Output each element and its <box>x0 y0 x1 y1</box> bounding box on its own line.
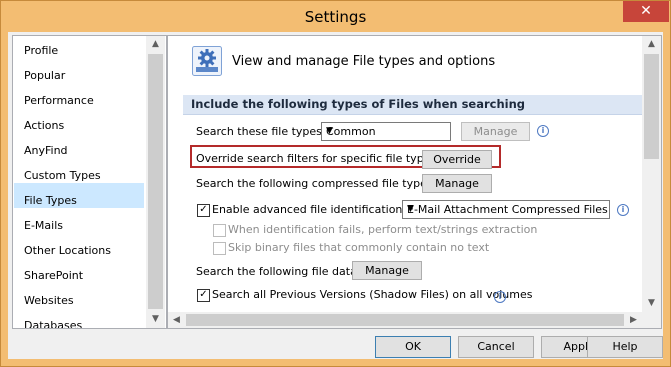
file-types-label: Search these file types: <box>196 125 326 138</box>
nav-item-popular[interactable]: Popular <box>24 67 65 85</box>
settings-nav-list: Profile Popular Performance Actions AnyF… <box>12 35 167 329</box>
nav-item-sharepoint[interactable]: SharePoint <box>24 267 83 285</box>
nav-item-anyfind[interactable]: AnyFind <box>24 142 68 160</box>
advanced-identification-label: Enable advanced file identification for: <box>212 203 425 216</box>
scroll-up-arrow-icon[interactable]: ▲ <box>642 36 661 53</box>
info-icon[interactable]: i <box>537 125 549 137</box>
scrollbar-thumb[interactable] <box>644 54 659 159</box>
dialog-client: Profile Popular Performance Actions AnyF… <box>8 32 663 359</box>
nav-item-actions[interactable]: Actions <box>24 117 64 135</box>
nav-item-file-types[interactable]: File Types <box>24 192 77 210</box>
override-label: Override search filters for specific fil… <box>196 152 440 165</box>
scrollbar-thumb[interactable] <box>186 314 624 326</box>
manage-file-types-button[interactable]: Manage <box>461 122 530 141</box>
chevron-down-icon: ▼ <box>326 126 333 136</box>
scroll-down-arrow-icon[interactable]: ▼ <box>642 295 661 312</box>
panel-header-text: View and manage File types and options <box>232 54 496 69</box>
skip-binary-label: Skip binary files that commonly contain … <box>228 241 490 254</box>
when-failed-checkbox[interactable] <box>213 224 226 237</box>
section-header: Include the following types of Files whe… <box>183 95 643 115</box>
nav-item-performance[interactable]: Performance <box>24 92 94 110</box>
cancel-button[interactable]: Cancel <box>458 336 534 358</box>
scrollbar-thumb[interactable] <box>148 54 163 309</box>
advanced-identification-checkbox[interactable]: ✓ <box>197 204 210 217</box>
when-failed-label: When identification fails, perform text/… <box>228 223 538 236</box>
info-icon[interactable]: i <box>617 204 629 216</box>
nav-item-custom-types[interactable]: Custom Types <box>24 167 101 185</box>
section-title: Include the following types of Files whe… <box>191 97 526 111</box>
settings-window: Settings ✕ Profile Popular Performance A… <box>0 0 671 367</box>
title-bar[interactable]: Settings ✕ <box>1 1 670 33</box>
shadow-files-checkbox[interactable]: ✓ <box>197 289 210 302</box>
shadow-files-label: Search all Previous Versions (Shadow Fil… <box>212 288 533 301</box>
nav-item-e-mails[interactable]: E-Mails <box>24 217 63 235</box>
help-button[interactable]: Help <box>587 336 663 358</box>
scroll-up-arrow-icon[interactable]: ▲ <box>146 36 165 53</box>
info-icon[interactable]: i <box>494 291 506 303</box>
override-button[interactable]: Override <box>422 150 492 169</box>
chevron-down-icon: ▼ <box>407 204 414 214</box>
window-title: Settings <box>304 8 367 26</box>
scroll-right-arrow-icon[interactable]: ▶ <box>625 312 642 328</box>
advanced-identification-dropdown[interactable]: E-Mail Attachment Compressed Files ▼ <box>402 200 610 219</box>
panel-vertical-scrollbar[interactable]: ▲ ▼ <box>642 36 661 312</box>
nav-item-databases[interactable]: Databases <box>24 317 82 328</box>
gear-settings-icon <box>192 46 222 76</box>
scroll-left-arrow-icon[interactable]: ◀ <box>168 312 185 328</box>
file-types-dropdown[interactable]: Common ▼ <box>321 122 451 141</box>
close-button[interactable]: ✕ <box>623 1 669 22</box>
nav-vertical-scrollbar[interactable]: ▲ ▼ <box>146 36 165 328</box>
skip-binary-checkbox[interactable] <box>213 242 226 255</box>
nav-item-profile[interactable]: Profile <box>24 42 58 60</box>
manage-file-data-button[interactable]: Manage <box>352 261 422 280</box>
compressed-types-label: Search the following compressed file typ… <box>196 177 437 190</box>
panel-horizontal-scrollbar[interactable]: ◀ ▶ <box>168 312 661 328</box>
nav-item-websites[interactable]: Websites <box>24 292 74 310</box>
file-types-panel: View and manage File types and options I… <box>167 35 662 329</box>
ok-button[interactable]: OK <box>375 336 451 358</box>
manage-compressed-button[interactable]: Manage <box>422 174 492 193</box>
scroll-down-arrow-icon[interactable]: ▼ <box>146 311 165 328</box>
file-data-label: Search the following file data: <box>196 265 361 278</box>
nav-item-other-locations[interactable]: Other Locations <box>24 242 111 260</box>
